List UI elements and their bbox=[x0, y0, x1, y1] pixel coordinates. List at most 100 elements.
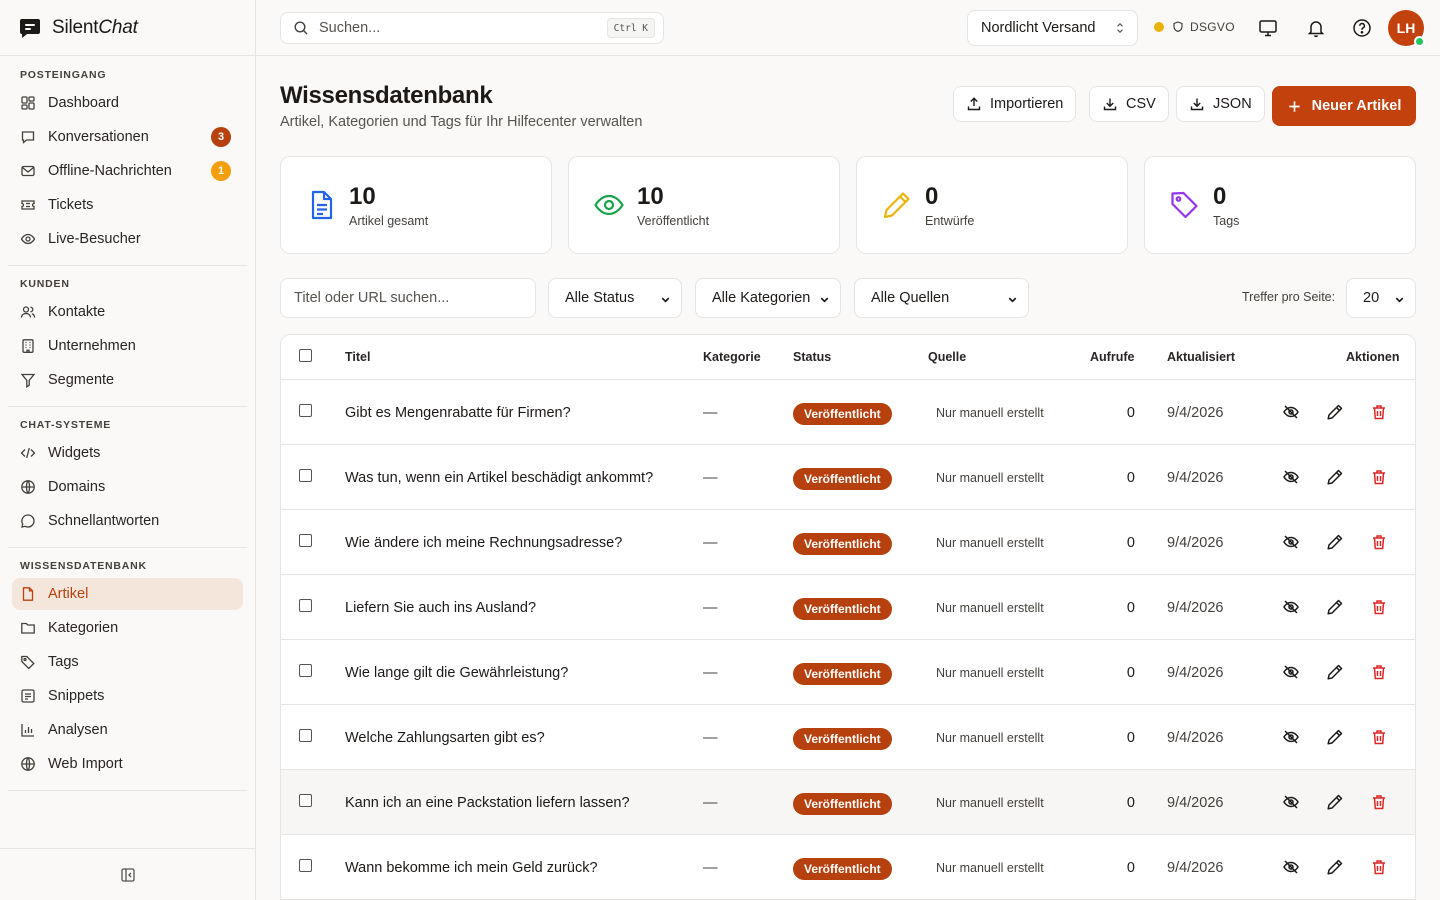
row-checkbox[interactable] bbox=[299, 794, 312, 807]
sidebar-item-live-besucher[interactable]: Live-Besucher bbox=[12, 223, 243, 255]
sidebar-item-web-import[interactable]: Web Import bbox=[12, 748, 243, 780]
per-page-select[interactable]: 20 bbox=[1346, 278, 1416, 318]
delete-trash-icon[interactable] bbox=[1370, 793, 1388, 811]
column-header-category[interactable]: Kategorie bbox=[703, 350, 761, 364]
article-title[interactable]: Was tun, wenn ein Artikel beschädigt ank… bbox=[345, 470, 653, 486]
sidebar-item-unternehmen[interactable]: Unternehmen bbox=[12, 330, 243, 362]
brand[interactable]: SilentChat bbox=[0, 0, 255, 56]
import-button[interactable]: Importieren bbox=[953, 86, 1077, 122]
article-title[interactable]: Gibt es Mengenrabatte für Firmen? bbox=[345, 405, 571, 421]
row-checkbox[interactable] bbox=[299, 599, 312, 612]
article-title[interactable]: Wie ändere ich meine Rechnungsadresse? bbox=[345, 535, 622, 551]
article-search-input[interactable]: Titel oder URL suchen... bbox=[280, 278, 536, 318]
edit-pencil-icon[interactable] bbox=[1326, 793, 1344, 811]
table-row[interactable]: Liefern Sie auch ins Ausland? — Veröffen… bbox=[281, 575, 1415, 640]
column-header-source[interactable]: Quelle bbox=[928, 350, 966, 364]
status-filter-select[interactable]: Alle Status bbox=[548, 278, 682, 318]
workspace-selector[interactable]: Nordlicht Versand bbox=[967, 10, 1138, 46]
global-search-input[interactable]: Suchen... Ctrl K bbox=[280, 12, 664, 44]
edit-pencil-icon[interactable] bbox=[1326, 533, 1344, 551]
status-badge: Veröffentlicht bbox=[793, 728, 892, 750]
sidebar-item-konversationen[interactable]: Konversationen 3 bbox=[12, 121, 243, 153]
unpublish-eye-off-icon[interactable] bbox=[1282, 533, 1300, 551]
sidebar-item-dashboard[interactable]: Dashboard bbox=[12, 87, 243, 119]
table-row[interactable]: Kann ich an eine Packstation liefern las… bbox=[281, 770, 1415, 835]
sidebar-item-snippets[interactable]: Snippets bbox=[12, 680, 243, 712]
table-row[interactable]: Wie ändere ich meine Rechnungsadresse? —… bbox=[281, 510, 1415, 575]
row-checkbox[interactable] bbox=[299, 404, 312, 417]
row-checkbox[interactable] bbox=[299, 664, 312, 677]
pencil-icon bbox=[881, 189, 913, 221]
sidebar-item-analysen[interactable]: Analysen bbox=[12, 714, 243, 746]
column-header-status[interactable]: Status bbox=[793, 350, 831, 364]
article-title[interactable]: Kann ich an eine Packstation liefern las… bbox=[345, 795, 630, 811]
article-search-placeholder: Titel oder URL suchen... bbox=[294, 290, 450, 306]
row-checkbox[interactable] bbox=[299, 534, 312, 547]
csv-label: CSV bbox=[1126, 96, 1156, 112]
row-checkbox[interactable] bbox=[299, 469, 312, 482]
column-header-views[interactable]: Aufrufe bbox=[1090, 350, 1134, 364]
column-header-updated[interactable]: Aktualisiert bbox=[1167, 350, 1235, 364]
source-filter-select[interactable]: Alle Quellen bbox=[854, 278, 1029, 318]
edit-pencil-icon[interactable] bbox=[1326, 468, 1344, 486]
sidebar-item-schnellantworten[interactable]: Schnellantworten bbox=[12, 505, 243, 537]
row-checkbox[interactable] bbox=[299, 729, 312, 742]
help-icon[interactable] bbox=[1350, 16, 1374, 40]
collapse-sidebar-icon[interactable] bbox=[120, 867, 136, 883]
edit-pencil-icon[interactable] bbox=[1326, 858, 1344, 876]
table-row[interactable]: Gibt es Mengenrabatte für Firmen? — Verö… bbox=[281, 380, 1415, 445]
table-row[interactable]: Wie lange gilt die Gewährleistung? — Ver… bbox=[281, 640, 1415, 705]
sidebar-item-tickets[interactable]: Tickets bbox=[12, 189, 243, 221]
sidebar-item-kontakte[interactable]: Kontakte bbox=[12, 296, 243, 328]
select-all-checkbox[interactable] bbox=[299, 349, 312, 362]
tag-icon bbox=[1169, 189, 1201, 221]
edit-pencil-icon[interactable] bbox=[1326, 663, 1344, 681]
sidebar-item-segmente[interactable]: Segmente bbox=[12, 364, 243, 396]
article-title[interactable]: Liefern Sie auch ins Ausland? bbox=[345, 600, 536, 616]
unpublish-eye-off-icon[interactable] bbox=[1282, 468, 1300, 486]
table-row[interactable]: Was tun, wenn ein Artikel beschädigt ank… bbox=[281, 445, 1415, 510]
monitor-icon[interactable] bbox=[1256, 16, 1280, 40]
unpublish-eye-off-icon[interactable] bbox=[1282, 403, 1300, 421]
sidebar-item-kategorien[interactable]: Kategorien bbox=[12, 612, 243, 644]
delete-trash-icon[interactable] bbox=[1370, 403, 1388, 421]
row-checkbox[interactable] bbox=[299, 859, 312, 872]
new-article-button[interactable]: Neuer Artikel bbox=[1272, 86, 1416, 126]
sidebar-item-offline-nachrichten[interactable]: Offline-Nachrichten 1 bbox=[12, 155, 243, 187]
export-json-button[interactable]: JSON bbox=[1176, 86, 1265, 122]
article-updated: 9/4/2026 bbox=[1167, 405, 1224, 421]
article-views: 0 bbox=[1126, 470, 1135, 486]
delete-trash-icon[interactable] bbox=[1370, 663, 1388, 681]
category-filter-select[interactable]: Alle Kategorien bbox=[695, 278, 841, 318]
status-badge: Veröffentlicht bbox=[793, 533, 892, 555]
unpublish-eye-off-icon[interactable] bbox=[1282, 793, 1300, 811]
sidebar-item-artikel[interactable]: Artikel bbox=[12, 578, 243, 610]
delete-trash-icon[interactable] bbox=[1370, 728, 1388, 746]
unpublish-eye-off-icon[interactable] bbox=[1282, 663, 1300, 681]
unpublish-eye-off-icon[interactable] bbox=[1282, 728, 1300, 746]
sidebar-item-tags[interactable]: Tags bbox=[12, 646, 243, 678]
per-page-label: Treffer pro Seite: bbox=[1242, 290, 1336, 304]
delete-trash-icon[interactable] bbox=[1370, 533, 1388, 551]
sidebar-item-widgets[interactable]: Widgets bbox=[12, 437, 243, 469]
article-title[interactable]: Wie lange gilt die Gewährleistung? bbox=[345, 665, 568, 681]
article-title[interactable]: Welche Zahlungsarten gibt es? bbox=[345, 730, 545, 746]
edit-pencil-icon[interactable] bbox=[1326, 728, 1344, 746]
delete-trash-icon[interactable] bbox=[1370, 858, 1388, 876]
compliance-indicator[interactable]: DSGVO bbox=[1154, 20, 1235, 34]
edit-pencil-icon[interactable] bbox=[1326, 403, 1344, 421]
table-row[interactable]: Welche Zahlungsarten gibt es? — Veröffen… bbox=[281, 705, 1415, 770]
sidebar-item-domains[interactable]: Domains bbox=[12, 471, 243, 503]
delete-trash-icon[interactable] bbox=[1370, 598, 1388, 616]
unpublish-eye-off-icon[interactable] bbox=[1282, 598, 1300, 616]
unpublish-eye-off-icon[interactable] bbox=[1282, 858, 1300, 876]
user-avatar[interactable]: LH bbox=[1388, 10, 1425, 47]
column-header-title[interactable]: Titel bbox=[345, 350, 370, 364]
download-icon bbox=[1190, 98, 1204, 111]
edit-pencil-icon[interactable] bbox=[1326, 598, 1344, 616]
bell-icon[interactable] bbox=[1304, 16, 1328, 40]
delete-trash-icon[interactable] bbox=[1370, 468, 1388, 486]
export-csv-button[interactable]: CSV bbox=[1089, 86, 1169, 122]
article-title[interactable]: Wann bekomme ich mein Geld zurück? bbox=[345, 860, 598, 876]
table-row[interactable]: Wann bekomme ich mein Geld zurück? — Ver… bbox=[281, 835, 1415, 900]
